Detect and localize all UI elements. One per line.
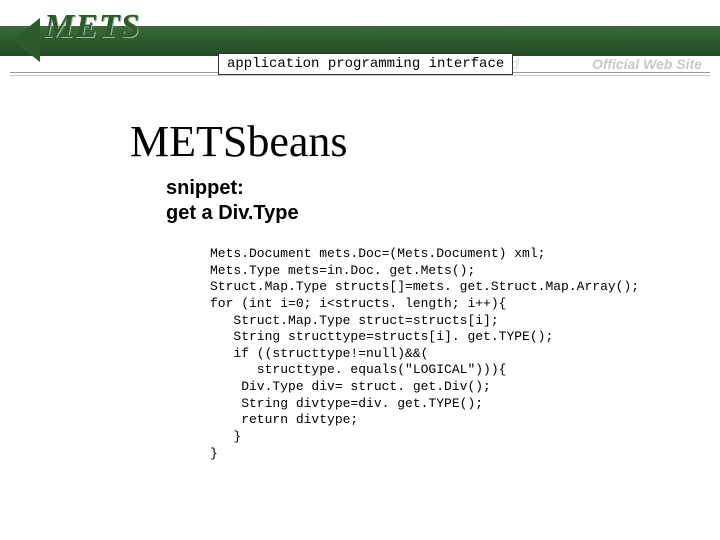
snippet-line2: get a Div.Type	[166, 202, 299, 224]
snippet-line1: snippet:	[166, 177, 244, 199]
api-label-box: application programming interface	[218, 53, 513, 75]
page-title: METSbeans	[130, 116, 348, 167]
mets-logo-text: METS	[44, 8, 141, 46]
code-snippet: Mets.Document mets.Doc=(Mets.Document) x…	[210, 246, 639, 462]
arrow-left-icon	[12, 18, 40, 62]
official-web-site-label: Official Web Site	[592, 56, 702, 72]
snippet-heading: snippet: get a Div.Type	[166, 176, 299, 226]
slide-header: Metadata Encoding & Transmission Standar…	[0, 0, 720, 72]
